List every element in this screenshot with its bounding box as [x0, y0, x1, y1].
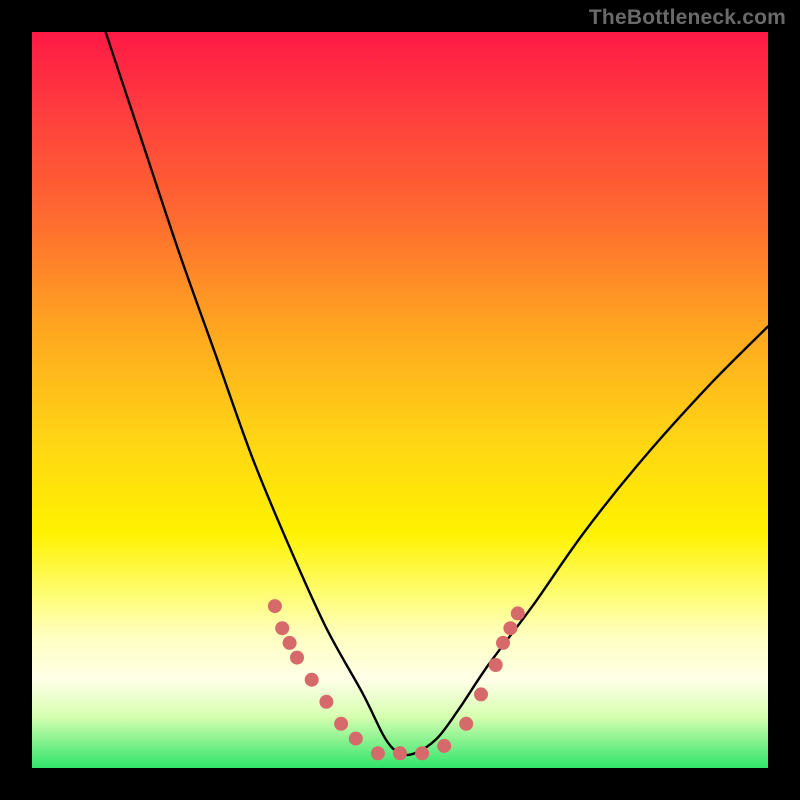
chart-stage: TheBottleneck.com — [0, 0, 800, 800]
curve-marker — [349, 732, 363, 746]
bottleneck-curve — [106, 32, 768, 755]
curve-marker — [268, 599, 282, 613]
curve-marker — [290, 651, 304, 665]
curve-marker — [437, 739, 451, 753]
curve-marker — [511, 606, 525, 620]
curve-marker — [305, 673, 319, 687]
curve-layer — [32, 32, 768, 768]
curve-marker — [371, 746, 385, 760]
curve-marker — [334, 717, 348, 731]
curve-marker — [459, 717, 473, 731]
curve-marker — [474, 687, 488, 701]
curve-markers — [268, 599, 525, 760]
curve-marker — [503, 621, 517, 635]
plot-area — [32, 32, 768, 768]
curve-marker — [415, 746, 429, 760]
curve-marker — [496, 636, 510, 650]
curve-marker — [275, 621, 289, 635]
curve-marker — [489, 658, 503, 672]
curve-marker — [393, 746, 407, 760]
curve-marker — [319, 695, 333, 709]
curve-marker — [283, 636, 297, 650]
watermark-text: TheBottleneck.com — [589, 6, 786, 30]
